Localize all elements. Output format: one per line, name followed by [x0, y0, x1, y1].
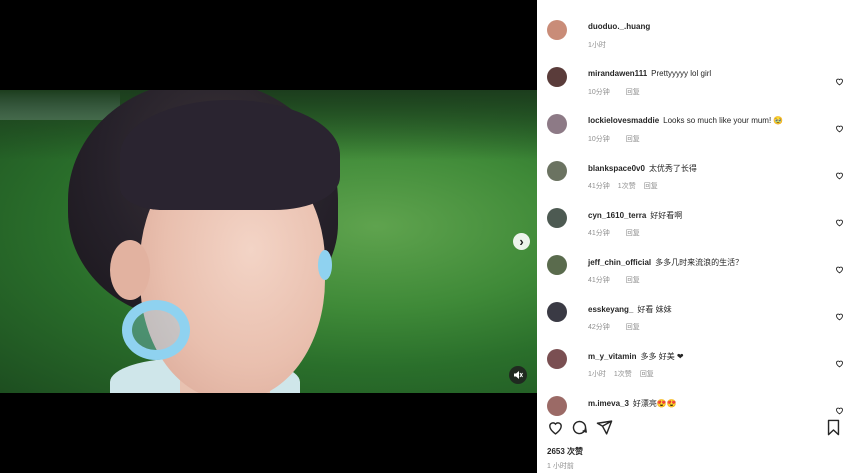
comment-body: 多多 好美 ❤ [640, 352, 684, 361]
comment-body: 好看 妹妹 [637, 305, 672, 314]
comment-body: 太优秀了长得 [648, 164, 697, 173]
comment-body: 好漂亮😍😍 [632, 399, 677, 408]
share-icon[interactable] [596, 419, 613, 436]
comment-text: duoduo._.huang [588, 22, 654, 31]
comment-meta: 1小时 1次赞 回复 [588, 369, 662, 379]
comment-like-icon[interactable] [835, 261, 844, 274]
comment-meta: 41分钟 回复 [588, 228, 648, 238]
action-bar [547, 419, 840, 437]
comment-text: jeff_chin_official 多多几时来流浪的生活？ [588, 257, 743, 268]
comment-like-icon[interactable] [835, 214, 844, 227]
avatar[interactable] [547, 396, 567, 416]
comment-text: blankspace0v0 太优秀了长得 [588, 163, 697, 174]
comment-text: m_y_vitamin 多多 好美 ❤ [588, 351, 684, 362]
comment-body: Prettyyyyy lol girl [651, 69, 712, 78]
avatar[interactable] [547, 20, 567, 40]
comment-row: lockielovesmaddie Looks so much like your… [547, 114, 847, 158]
comment-username[interactable]: mirandawen111 [588, 69, 647, 78]
comment-time: 1小时 [588, 371, 606, 378]
comment-body: Looks so much like your mum! 🥹 [663, 116, 784, 125]
earring [122, 300, 190, 360]
avatar[interactable] [547, 161, 567, 181]
avatar[interactable] [547, 349, 567, 369]
comment-row: blankspace0v0 太优秀了长得 41分钟 1次赞 回复 [547, 161, 847, 205]
reply-button[interactable]: 回复 [626, 230, 640, 237]
comment-text: lockielovesmaddie Looks so much like your… [588, 116, 783, 125]
next-media-button[interactable]: › [513, 233, 530, 250]
comment-username[interactable]: duoduo._.huang [588, 22, 650, 31]
likes-count[interactable]: 2653 次赞 [547, 446, 583, 457]
comment-row: jeff_chin_official 多多几时来流浪的生活？ 41分钟 回复 [547, 255, 847, 299]
comment-username[interactable]: m.imeva_3 [588, 399, 629, 408]
reply-button[interactable]: 回复 [626, 136, 640, 143]
comment-like-icon[interactable] [835, 73, 844, 86]
comment-meta: 41分钟 回复 [588, 275, 648, 285]
comment-likes[interactable]: 1次赞 [618, 183, 636, 190]
comment-username[interactable]: esskeyang_ [588, 305, 633, 314]
reply-button[interactable]: 回复 [644, 183, 658, 190]
comment-row: cyn_1610_terra 好好看啊 41分钟 回复 [547, 208, 847, 252]
reply-button[interactable]: 回复 [626, 324, 640, 331]
comment-meta: 42分钟 回复 [588, 322, 648, 332]
avatar[interactable] [547, 302, 567, 322]
comment-text: cyn_1610_terra 好好看啊 [588, 210, 682, 221]
instagram-post-view: › duoduo._.huang 1小时 mirandawen111 Pretty… [0, 0, 850, 473]
avatar[interactable] [547, 255, 567, 275]
comment-meta: 1小时 [588, 40, 630, 50]
comment-icon[interactable] [571, 419, 588, 436]
comment-time: 41分钟 [588, 230, 610, 237]
comment-body: 好好看啊 [650, 211, 683, 220]
comment-like-icon[interactable] [835, 355, 844, 368]
comment-meta: 41分钟 1次赞 回复 [588, 181, 666, 191]
avatar[interactable] [547, 67, 567, 87]
comment-text: mirandawen111 Prettyyyyy lol girl [588, 69, 711, 78]
comment-likes[interactable]: 1次赞 [614, 371, 632, 378]
comment-username[interactable]: jeff_chin_official [588, 258, 651, 267]
comment-time: 10分钟 [588, 136, 610, 143]
post-timestamp: 1 小时前 [547, 463, 574, 470]
comment-like-icon[interactable] [835, 402, 844, 415]
comment-body: 多多几时来流浪的生活？ [655, 258, 744, 267]
comment-username[interactable]: m_y_vitamin [588, 352, 636, 361]
reply-button[interactable]: 回复 [626, 89, 640, 96]
comment-like-icon[interactable] [835, 120, 844, 133]
comment-text: m.imeva_3 好漂亮😍😍 [588, 398, 677, 409]
reply-button[interactable]: 回复 [626, 277, 640, 284]
comment-row: esskeyang_ 好看 妹妹 42分钟 回复 [547, 302, 847, 346]
comment-username[interactable]: lockielovesmaddie [588, 116, 659, 125]
comment-time: 42分钟 [588, 324, 610, 331]
avatar[interactable] [547, 114, 567, 134]
comment-username[interactable]: cyn_1610_terra [588, 211, 646, 220]
reply-button[interactable]: 回复 [640, 371, 654, 378]
media-area: › [0, 0, 537, 473]
comment-like-icon[interactable] [835, 167, 844, 180]
comment-row: mirandawen111 Prettyyyyy lol girl 10分钟 回复 [547, 67, 847, 111]
comment-username[interactable]: blankspace0v0 [588, 164, 645, 173]
comment-like-icon[interactable] [835, 308, 844, 321]
comment-time: 1小时 [588, 42, 606, 49]
comment-row: m_y_vitamin 多多 好美 ❤ 1小时 1次赞 回复 [547, 349, 847, 393]
comment-meta: 10分钟 回复 [588, 87, 648, 97]
like-icon[interactable] [547, 419, 564, 436]
comment-time: 41分钟 [588, 277, 610, 284]
save-icon[interactable] [825, 419, 842, 436]
comment-text: esskeyang_ 好看 妹妹 [588, 304, 672, 315]
comment-meta: 10分钟 回复 [588, 134, 648, 144]
mute-icon[interactable] [509, 366, 527, 384]
avatar[interactable] [547, 208, 567, 228]
comments-panel: duoduo._.huang 1小时 mirandawen111 Prettyyy… [537, 0, 850, 473]
comment-time: 41分钟 [588, 183, 610, 190]
comment-time: 10分钟 [588, 89, 610, 96]
comment-row: duoduo._.huang 1小时 [547, 20, 847, 64]
post-video[interactable] [0, 90, 537, 393]
